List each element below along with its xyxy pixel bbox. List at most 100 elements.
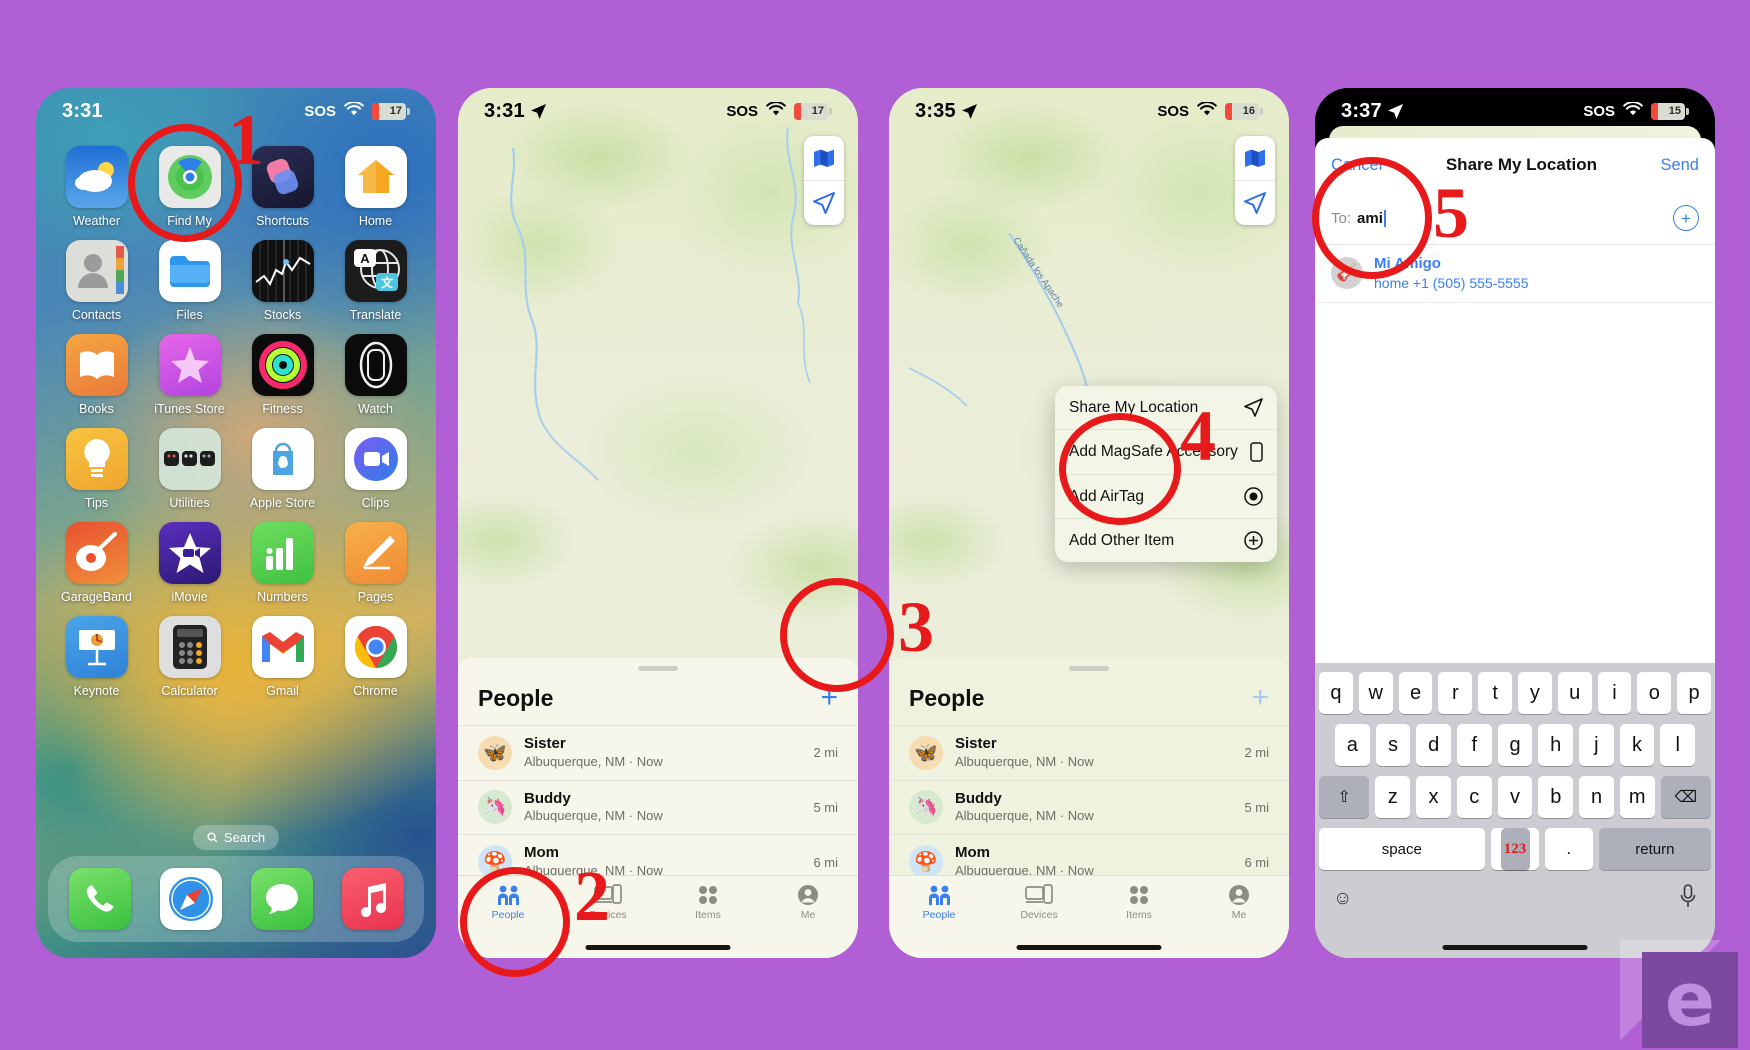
contact-suggestion[interactable]: 🎸 Mi Amigo home +1 (505) 555-5555 (1315, 245, 1715, 303)
key-t[interactable]: t (1478, 672, 1512, 714)
key-e[interactable]: e (1398, 672, 1433, 714)
emoji-key[interactable]: ☺ (1333, 888, 1352, 910)
app-apple-store[interactable]: Apple Store (236, 428, 329, 510)
app-pages[interactable]: Pages (329, 522, 422, 604)
keyboard-row-2: a s d f g h j k l (1315, 724, 1715, 766)
key-j[interactable]: j (1579, 724, 1614, 766)
key-q[interactable]: q (1319, 672, 1353, 714)
key-n[interactable]: n (1579, 776, 1614, 818)
menu-item-add-magsafe-accessory[interactable]: Add MagSafe Accessory (1055, 429, 1277, 474)
app-fitness[interactable]: Fitness (236, 334, 329, 416)
app-label: Translate (349, 308, 402, 322)
dock-phone-icon[interactable] (68, 868, 131, 930)
tab-items[interactable]: Items (1089, 884, 1189, 921)
key-p[interactable]: p (1677, 672, 1711, 714)
tab-people[interactable]: People (889, 884, 989, 921)
map-locate-button[interactable] (804, 180, 844, 225)
key-w[interactable]: w (1358, 672, 1393, 714)
shift-key[interactable]: ⇧ (1318, 776, 1370, 818)
key-r[interactable]: r (1438, 672, 1473, 714)
numbers-key[interactable]: 123 (1500, 828, 1530, 870)
app-chrome[interactable]: Chrome (329, 616, 422, 698)
app-label: Apple Store (249, 496, 316, 510)
app-numbers[interactable]: Numbers (236, 522, 329, 604)
menu-label: Add MagSafe Accessory (1069, 443, 1238, 460)
backspace-key[interactable]: ⌫ (1660, 776, 1712, 818)
tab-me[interactable]: Me (758, 884, 858, 921)
recipient-field-row[interactable]: To: ami + (1315, 192, 1715, 245)
key-h[interactable]: h (1538, 724, 1574, 766)
key-b[interactable]: b (1538, 776, 1574, 818)
add-contact-button[interactable]: + (1673, 205, 1699, 231)
space-key[interactable]: space (1319, 828, 1485, 870)
tab-devices[interactable]: Devices (989, 884, 1089, 921)
app-weather[interactable]: Weather (50, 146, 143, 228)
add-person-button[interactable]: + (1251, 683, 1269, 713)
app-find-my[interactable]: Find My (143, 146, 236, 228)
key-z[interactable]: z (1375, 776, 1411, 818)
dock-music-icon[interactable] (341, 868, 404, 930)
key-s[interactable]: s (1375, 724, 1411, 766)
menu-item-add-other-item[interactable]: Add Other Item (1055, 518, 1277, 562)
app-books[interactable]: Books (50, 334, 143, 416)
app-garageband[interactable]: GarageBand (50, 522, 143, 604)
app-watch[interactable]: Watch (329, 334, 422, 416)
dock-safari-icon[interactable] (159, 868, 222, 930)
app-calculator[interactable]: Calculator (143, 616, 236, 698)
list-item[interactable]: 🦄 Buddy Albuquerque, NM · Now 5 mi (889, 779, 1289, 835)
key-k[interactable]: k (1619, 724, 1655, 766)
app-clips[interactable]: Clips (329, 428, 422, 510)
list-item[interactable]: 🦄 Buddy Albuquerque, NM · Now 5 mi (458, 779, 858, 835)
tab-me[interactable]: Me (1189, 884, 1289, 921)
key-a[interactable]: a (1334, 724, 1370, 766)
app-tips[interactable]: Tips (50, 428, 143, 510)
app-stocks[interactable]: Stocks (236, 240, 329, 322)
key-d[interactable]: d (1416, 724, 1451, 766)
wifi-icon (344, 100, 364, 121)
app-imovie[interactable]: iMovie (143, 522, 236, 604)
key-o[interactable]: o (1637, 672, 1672, 714)
add-person-button[interactable]: + (820, 683, 838, 713)
menu-item-share-my-location[interactable]: Share My Location (1055, 386, 1277, 429)
app-files[interactable]: Files (143, 240, 236, 322)
key-y[interactable]: y (1518, 672, 1552, 714)
key-x[interactable]: x (1416, 776, 1451, 818)
sheet-title: People (909, 684, 985, 711)
app-home[interactable]: Home (329, 146, 422, 228)
return-key[interactable]: return (1598, 828, 1711, 870)
key-i[interactable]: i (1597, 672, 1632, 714)
tab-items[interactable]: Items (658, 884, 758, 921)
key-c[interactable]: c (1456, 776, 1492, 818)
menu-item-add-airtag[interactable]: Add AirTag (1055, 474, 1277, 518)
tab-devices[interactable]: Devices (558, 884, 658, 921)
key-u[interactable]: u (1557, 672, 1592, 714)
key-g[interactable]: g (1497, 724, 1533, 766)
app-contacts[interactable]: Contacts (50, 240, 143, 322)
list-item[interactable]: 🦋 Sister Albuquerque, NM · Now 2 mi (889, 725, 1289, 780)
app-label: Calculator (161, 684, 218, 698)
key-m[interactable]: m (1619, 776, 1655, 818)
app-itunes-store[interactable]: iTunes Store (143, 334, 236, 416)
tab-people[interactable]: People (458, 884, 558, 921)
app-translate[interactable]: A文 Translate (329, 240, 422, 322)
app-keynote[interactable]: Keynote (50, 616, 143, 698)
list-item[interactable]: 🦋 Sister Albuquerque, NM · Now 2 mi (458, 725, 858, 780)
period-key[interactable]: . (1544, 828, 1593, 870)
map-layers-button[interactable] (804, 136, 844, 180)
send-button[interactable]: Send (1660, 156, 1699, 175)
search-pill[interactable]: Search (192, 825, 280, 850)
to-input-value[interactable]: ami (1357, 210, 1383, 227)
key-f[interactable]: f (1457, 724, 1492, 766)
dock-messages-icon[interactable] (250, 868, 313, 930)
key-l[interactable]: l (1660, 724, 1696, 766)
folder-utilities[interactable]: Utilities (143, 428, 236, 510)
cancel-button[interactable]: Cancel (1331, 156, 1382, 175)
mic-key[interactable] (1679, 884, 1697, 914)
key-v[interactable]: v (1497, 776, 1533, 818)
map-layers-button[interactable] (1235, 136, 1275, 180)
imovie-icon (158, 522, 221, 584)
map-locate-button[interactable] (1235, 180, 1275, 225)
person-location: Albuquerque, NM · Now (524, 753, 663, 769)
app-gmail[interactable]: Gmail (236, 616, 329, 698)
app-shortcuts[interactable]: Shortcuts (236, 146, 329, 228)
